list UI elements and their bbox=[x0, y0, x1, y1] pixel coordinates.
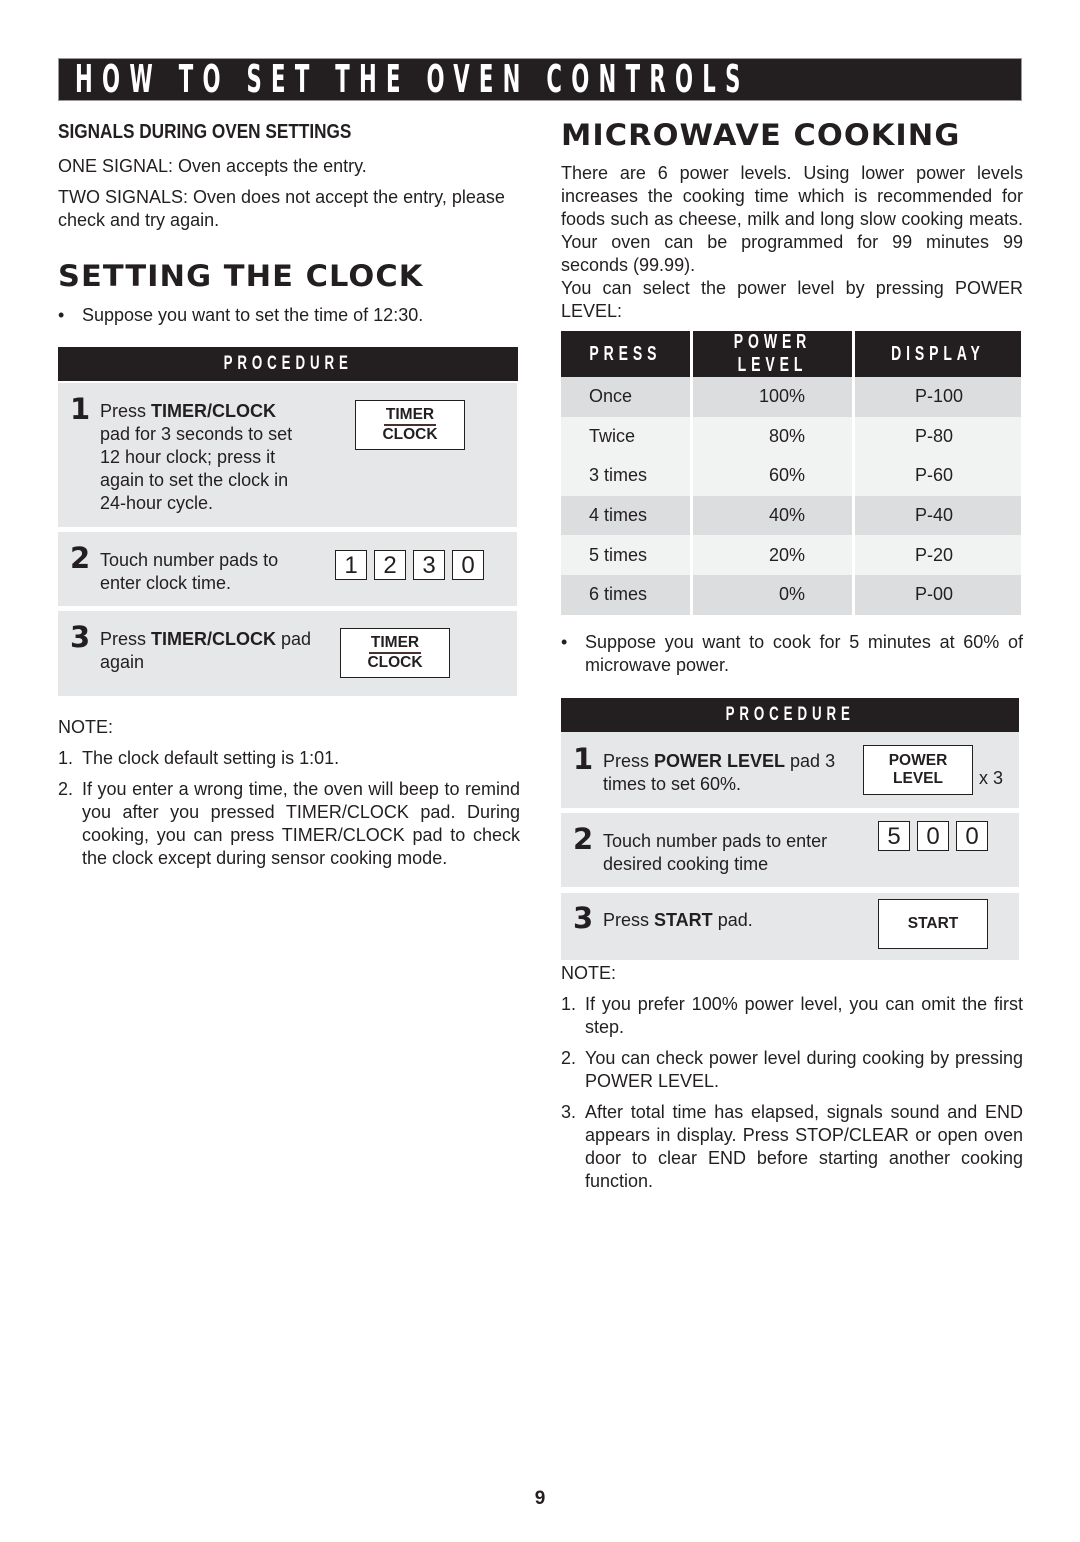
timer-clock-pad[interactable]: TIMER CLOCK bbox=[355, 400, 465, 450]
table-row: 4 times 40% P-40 bbox=[561, 495, 1021, 536]
digit-pad-3[interactable]: 3 bbox=[413, 550, 445, 580]
microwave-intro: There are 6 power levels. Using lower po… bbox=[561, 163, 1023, 275]
table-row: 5 times 20% P-20 bbox=[561, 535, 1021, 575]
table-row: 6 times 0% P-00 bbox=[561, 574, 1021, 615]
header-display: DISPLAY bbox=[855, 331, 1021, 377]
table-row: 3 times 60% P-60 bbox=[561, 456, 1021, 496]
procedure-label: PROCEDURE bbox=[725, 704, 855, 725]
step-text: Press START pad. bbox=[603, 910, 753, 930]
digit-pad-5[interactable]: 5 bbox=[878, 821, 910, 851]
start-pad[interactable]: START bbox=[878, 899, 988, 949]
microwave-notes: 1. If you prefer 100% power level, you ca… bbox=[561, 993, 1023, 1193]
bullet-dot: • bbox=[561, 632, 568, 652]
header-power-level: POWER LEVEL bbox=[693, 331, 852, 377]
banner-title: HOW TO SET THE OVEN CONTROLS bbox=[75, 57, 750, 101]
pad-bottom-label: CLOCK bbox=[367, 654, 423, 671]
clock-step-2: 2 Touch number pads to enter clock time.… bbox=[58, 532, 517, 606]
microwave-bullet: • Suppose you want to cook for 5 minutes… bbox=[561, 631, 1023, 677]
digit-pad-0[interactable]: 0 bbox=[452, 550, 484, 580]
procedure-label: PROCEDURE bbox=[223, 353, 353, 374]
step-number: 1 bbox=[573, 742, 594, 776]
two-signals-text: TWO SIGNALS: Oven does not accept the en… bbox=[58, 187, 505, 230]
step-text: Touch number pads to enter desired cooki… bbox=[603, 831, 828, 874]
timer-clock-pad[interactable]: TIMER CLOCK bbox=[340, 628, 450, 678]
step-number: 2 bbox=[70, 541, 91, 575]
pad-bottom-label: LEVEL bbox=[893, 770, 943, 787]
step-number: 1 bbox=[70, 392, 91, 426]
microwave-step-3: 3 Press START pad. START bbox=[561, 893, 1019, 960]
digit-pad-2[interactable]: 2 bbox=[374, 550, 406, 580]
microwave-heading: MICROWAVE COOKING bbox=[561, 118, 961, 152]
page-number: 9 bbox=[534, 1488, 546, 1509]
step-number: 3 bbox=[573, 901, 594, 935]
clock-step-3: 3 Press TIMER/CLOCK pad again TIMER CLOC… bbox=[58, 611, 517, 696]
note-item: 2. If you enter a wrong time, the oven wi… bbox=[58, 779, 520, 868]
pad-bottom-label: CLOCK bbox=[382, 426, 438, 443]
step-number: 3 bbox=[70, 620, 91, 654]
microwave-step-1: 1 Press POWER LEVEL pad 3 times to set 6… bbox=[561, 732, 1019, 808]
signals-heading: SIGNALS DURING OVEN SETTINGS bbox=[58, 121, 352, 143]
clock-bullet: • Suppose you want to set the time of 12… bbox=[58, 304, 520, 327]
page-banner: HOW TO SET THE OVEN CONTROLS bbox=[58, 58, 1022, 101]
digit-pad-0[interactable]: 0 bbox=[917, 821, 949, 851]
power-select-text: You can select the power level by pressi… bbox=[561, 278, 1023, 321]
microwave-note-label: NOTE: bbox=[561, 963, 617, 983]
note-item: 1. The clock default setting is 1:01. bbox=[58, 748, 340, 768]
clock-notes: 1. The clock default setting is 1:01. 2. I… bbox=[58, 747, 520, 870]
step-text: Press POWER LEVEL pad 3 times to set 60%… bbox=[603, 751, 836, 794]
step-text: Touch number pads to enter clock time. bbox=[100, 550, 279, 593]
setting-clock-heading: SETTING THE CLOCK bbox=[58, 259, 424, 293]
bullet-dot: • bbox=[58, 305, 65, 325]
step-text: Press TIMER/CLOCK pad again bbox=[100, 629, 312, 672]
table-row: Once 100% P-100 bbox=[561, 377, 1021, 417]
power-level-pad[interactable]: POWER LEVEL bbox=[863, 745, 973, 795]
digit-pad-1[interactable]: 1 bbox=[335, 550, 367, 580]
step-text: Press TIMER/CLOCK pad for 3 seconds to s… bbox=[100, 401, 293, 513]
note-item: 3. After total time has elapsed, signals … bbox=[561, 1102, 1023, 1191]
digit-pad-0[interactable]: 0 bbox=[956, 821, 988, 851]
pad-top-label: TIMER bbox=[368, 634, 422, 654]
note-item: 2. You can check power level during cooki… bbox=[561, 1048, 1023, 1091]
table-row: Twice 80% P-80 bbox=[561, 416, 1021, 457]
step-number: 2 bbox=[573, 822, 594, 856]
clock-bullet-text: Suppose you want to set the time of 12:3… bbox=[82, 305, 424, 325]
power-level-table: PRESS POWER LEVEL DISPLAY Once 100% P-100 … bbox=[558, 331, 1024, 615]
multiplier-label: x 3 bbox=[979, 768, 1004, 788]
microwave-procedure-header: PROCEDURE bbox=[561, 698, 1019, 732]
note-item: 1. If you prefer 100% power level, you ca… bbox=[561, 994, 1023, 1037]
clock-note-label: NOTE: bbox=[58, 717, 114, 737]
microwave-bullet-text: Suppose you want to cook for 5 minutes a… bbox=[585, 632, 1023, 675]
clock-procedure-header: PROCEDURE bbox=[58, 347, 518, 381]
microwave-step-2: 2 Touch number pads to enter desired coo… bbox=[561, 813, 1019, 887]
pad-top-label: POWER bbox=[888, 752, 948, 769]
header-press: PRESS bbox=[561, 331, 690, 377]
clock-step-1: 1 Press TIMER/CLOCK pad for 3 seconds to… bbox=[58, 383, 517, 527]
pad-top-label: TIMER bbox=[383, 406, 437, 426]
one-signal-text: ONE SIGNAL: Oven accepts the entry. bbox=[58, 156, 367, 176]
